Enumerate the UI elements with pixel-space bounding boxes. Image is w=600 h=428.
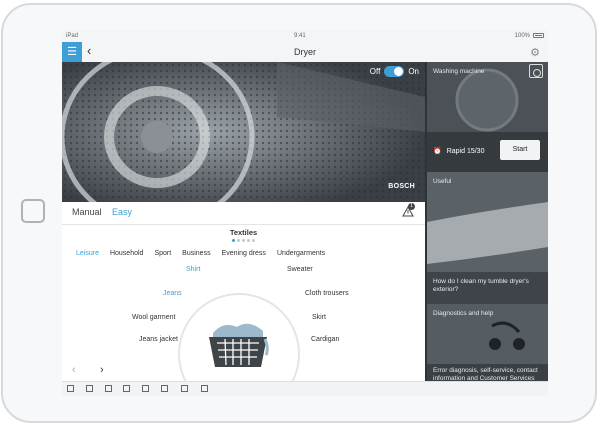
chevron-left-icon[interactable]: ‹ bbox=[72, 364, 76, 376]
garment-cloth-trousers[interactable]: Cloth trousers bbox=[305, 290, 349, 297]
garment-jeans-jacket[interactable]: Jeans jacket bbox=[139, 336, 178, 343]
chevron-right-icon[interactable]: › bbox=[100, 364, 104, 376]
page-dot bbox=[242, 239, 245, 242]
washing-machine-label: Washing machine bbox=[433, 68, 485, 75]
tab-easy[interactable]: Easy bbox=[112, 207, 132, 217]
category-business[interactable]: Business bbox=[182, 250, 210, 257]
power-on-label: On bbox=[408, 67, 419, 76]
category-sport[interactable]: Sport bbox=[154, 250, 171, 257]
toolbar-icon[interactable] bbox=[123, 385, 130, 392]
brand-logo: BOSCH bbox=[388, 183, 415, 190]
bottom-toolbar bbox=[62, 381, 548, 396]
program-label: Rapid 15/30 bbox=[446, 147, 485, 155]
section-title: Textiles bbox=[229, 228, 258, 237]
dryer-drum-image: Off On BOSCH bbox=[62, 62, 425, 202]
carrier-label: iPad bbox=[66, 33, 79, 39]
home-button[interactable] bbox=[21, 199, 45, 223]
page-dot bbox=[247, 239, 250, 242]
toolbar-icon[interactable] bbox=[105, 385, 112, 392]
start-button[interactable]: Start bbox=[500, 140, 540, 160]
power-switch[interactable] bbox=[384, 66, 405, 77]
nav-bar: ☰ ‹ Dryer ⚙ bbox=[62, 42, 548, 63]
useful-label: Useful bbox=[433, 178, 452, 185]
toolbar-icon[interactable] bbox=[67, 385, 74, 392]
garment-skirt[interactable]: Skirt bbox=[312, 314, 326, 321]
washing-machine-icon bbox=[529, 64, 543, 78]
power-off-label: Off bbox=[369, 67, 381, 76]
washing-machine-card[interactable]: Washing machine ⏰ Rapid 15/30 Start bbox=[427, 62, 548, 172]
category-evening-dress[interactable]: Evening dress bbox=[222, 250, 266, 257]
toolbar-icon[interactable] bbox=[86, 385, 93, 392]
useful-card[interactable]: Useful How do I clean my tumble dryer's … bbox=[427, 172, 548, 304]
page-dot bbox=[237, 239, 240, 242]
status-bar: iPad 9:41 100% bbox=[62, 30, 548, 42]
tab-manual[interactable]: Manual bbox=[72, 207, 102, 217]
toolbar-icon[interactable] bbox=[142, 385, 149, 392]
sidebar: Washing machine ⏰ Rapid 15/30 Start Usef… bbox=[425, 62, 548, 395]
gear-icon[interactable]: ⚙ bbox=[530, 46, 540, 59]
mode-tabs: Manual Easy 1 bbox=[62, 202, 425, 225]
toolbar-icon[interactable] bbox=[181, 385, 188, 392]
page-indicator bbox=[232, 239, 255, 242]
garment-sweater[interactable]: Sweater bbox=[287, 266, 313, 273]
notification-badge: 1 bbox=[408, 203, 415, 210]
page-title: Dryer bbox=[294, 47, 316, 57]
power-toggle[interactable]: Off On bbox=[370, 66, 419, 77]
clock-icon: ⏰ bbox=[433, 148, 442, 155]
category-tabs: Leisure Household Sport Business Evening… bbox=[76, 250, 325, 257]
garment-jeans[interactable]: Jeans bbox=[163, 290, 182, 297]
app-screen: iPad 9:41 100% ☰ ‹ Dryer ⚙ Off On BOSCH … bbox=[62, 30, 548, 395]
toolbar-icon[interactable] bbox=[161, 385, 168, 392]
battery-label: 100% bbox=[514, 33, 530, 39]
toolbar-icon[interactable] bbox=[201, 385, 208, 392]
program-info: ⏰ Rapid 15/30 bbox=[433, 147, 485, 156]
category-undergarments[interactable]: Undergarments bbox=[277, 250, 325, 257]
garment-wool[interactable]: Wool garment bbox=[132, 314, 175, 321]
useful-question: How do I clean my tumble dryer's exterio… bbox=[433, 278, 529, 294]
category-leisure[interactable]: Leisure bbox=[76, 250, 99, 257]
battery-icon bbox=[533, 33, 544, 38]
garment-cardigan[interactable]: Cardigan bbox=[311, 336, 339, 343]
page-dot bbox=[252, 239, 255, 242]
clock-time: 9:41 bbox=[294, 33, 306, 39]
category-household[interactable]: Household bbox=[110, 250, 143, 257]
drum-illustration bbox=[62, 62, 425, 202]
page-dot bbox=[232, 239, 235, 242]
garment-shirt[interactable]: Shirt bbox=[186, 266, 200, 273]
laundry-basket-icon bbox=[209, 323, 269, 367]
diagnostics-label: Diagnostics and help bbox=[433, 310, 494, 317]
